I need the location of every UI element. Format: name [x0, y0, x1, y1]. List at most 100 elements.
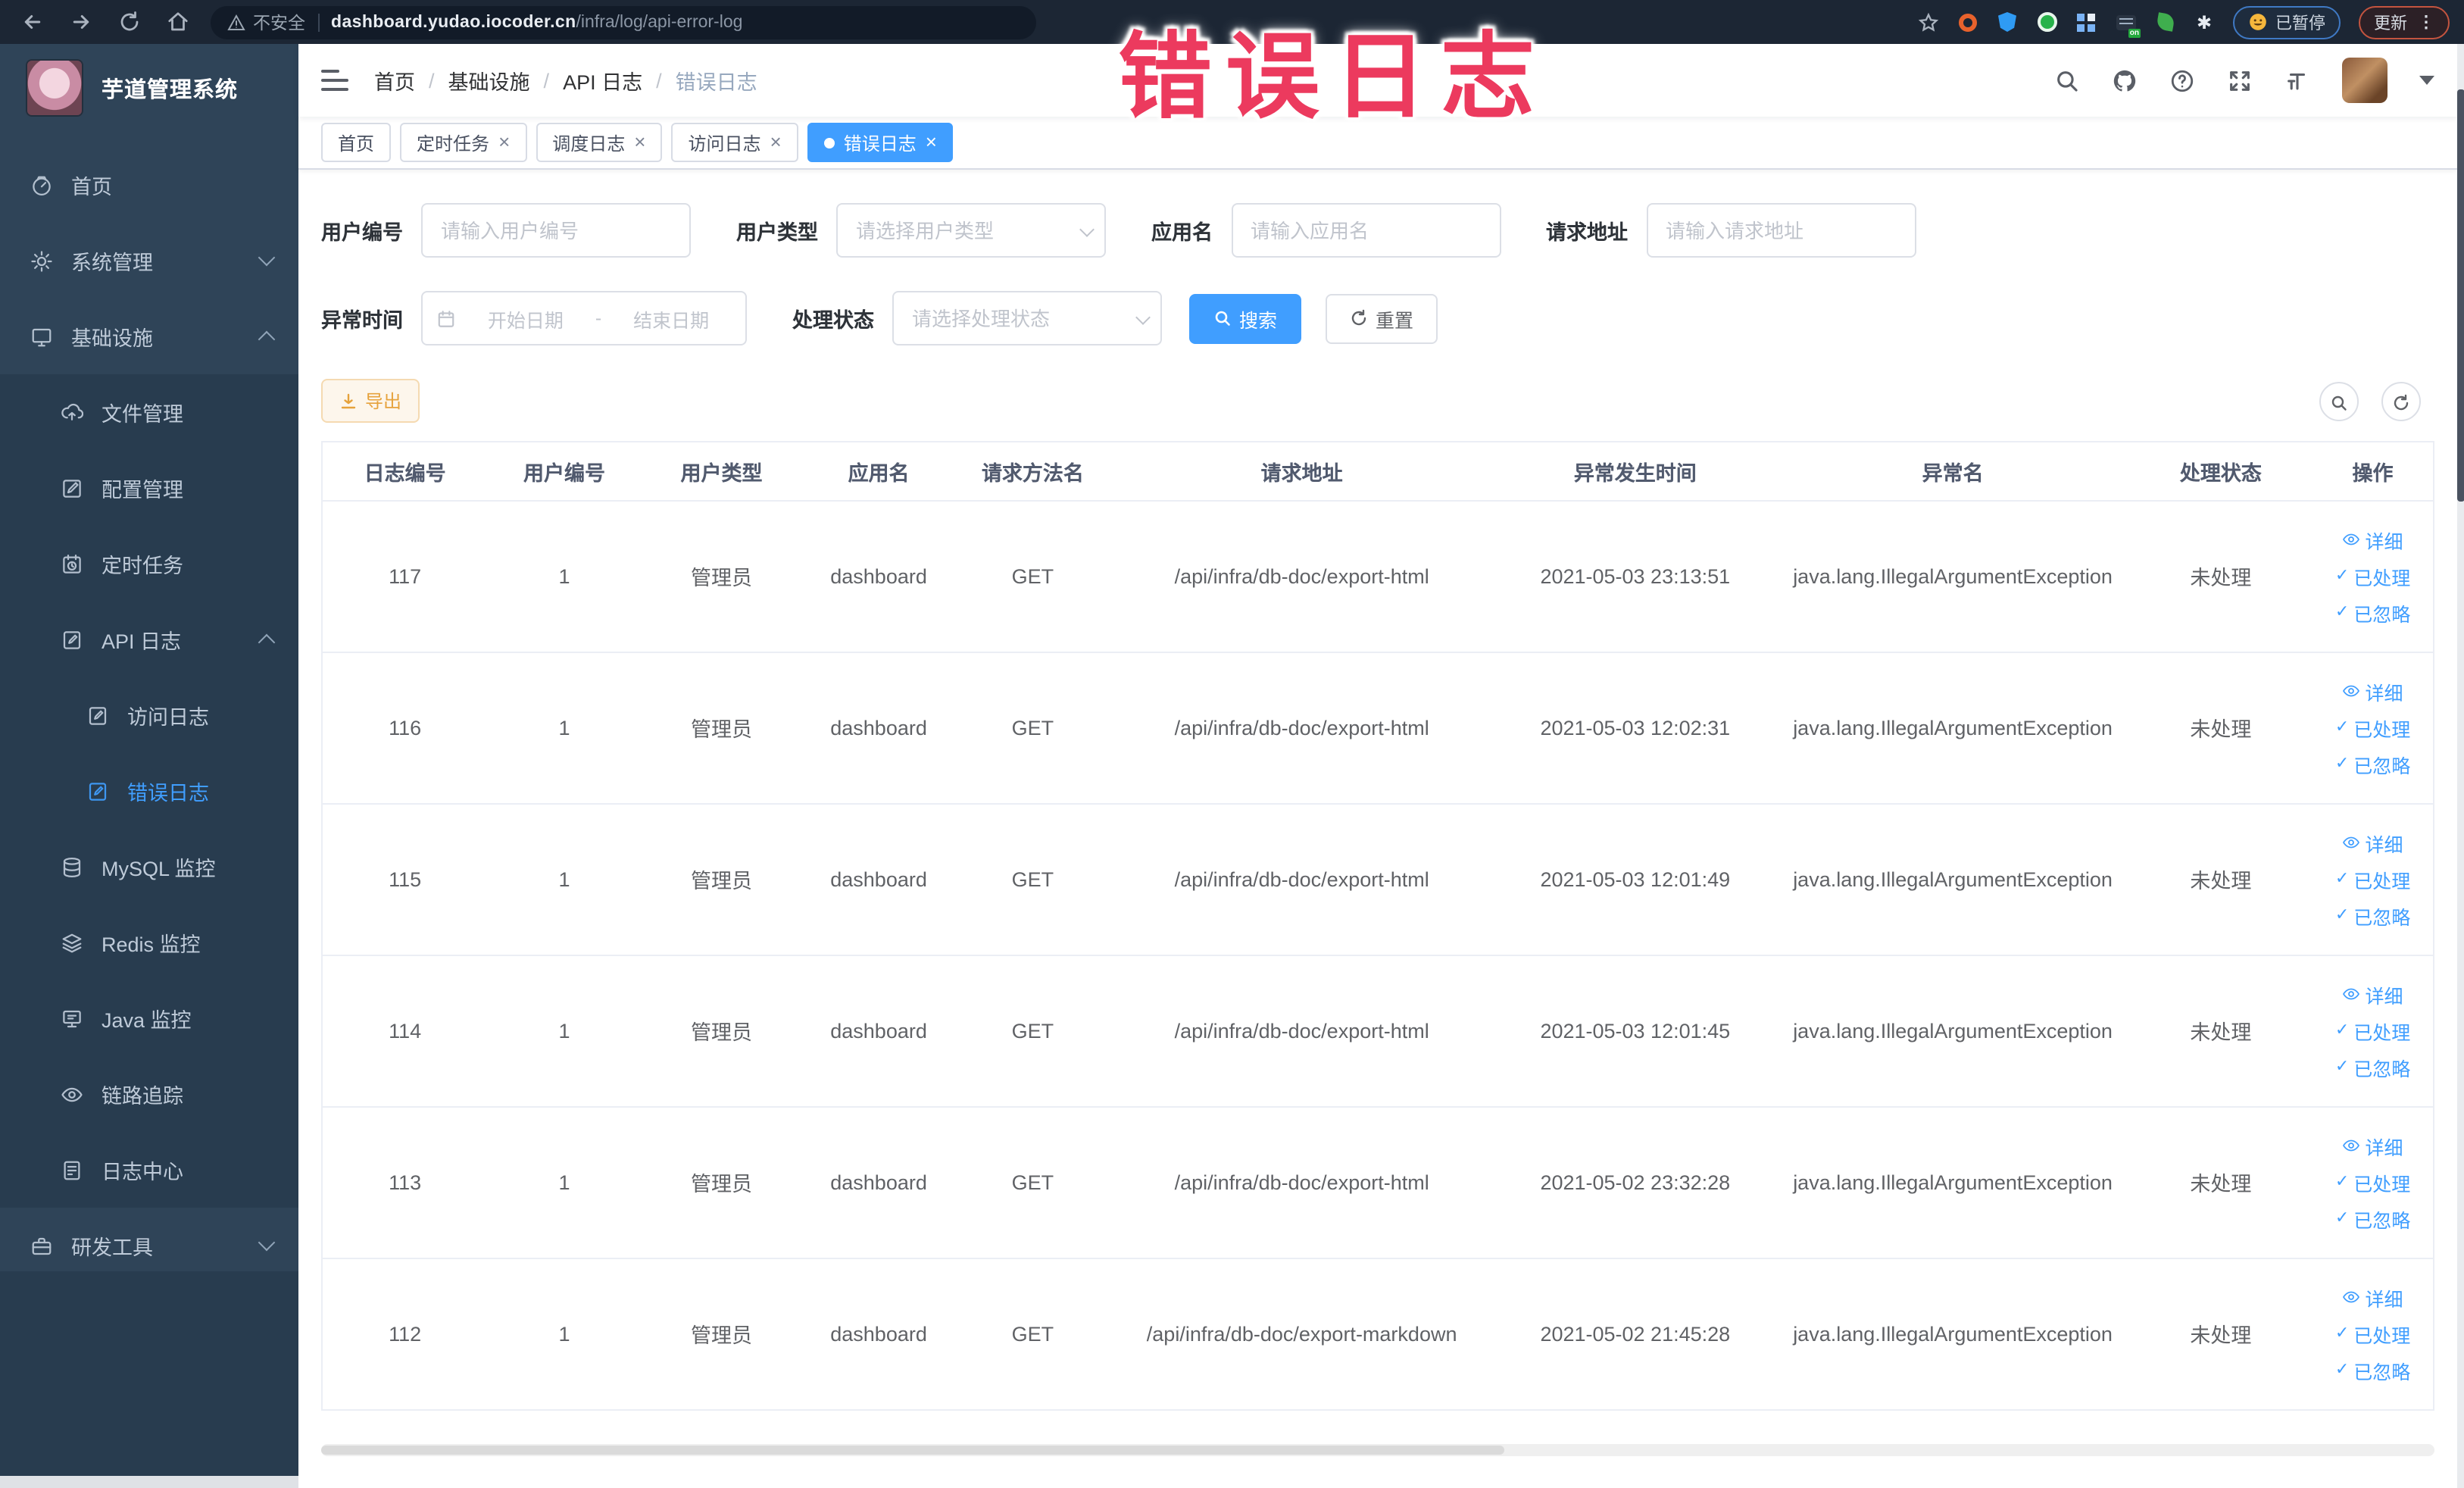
font-size-icon[interactable]	[2284, 67, 2310, 93]
action-processed-link[interactable]: ✓ 已处理	[2335, 864, 2410, 893]
home-icon[interactable]	[167, 11, 189, 33]
action-processed-link[interactable]: ✓ 已处理	[2335, 561, 2410, 590]
bookmark-star-icon[interactable]	[1918, 11, 1939, 33]
table-row[interactable]: 117 1 管理员 dashboard GET/api/infra/db-doc/exp…	[323, 500, 2433, 652]
action-detail-link[interactable]: 详细	[2343, 525, 2403, 554]
table-row[interactable]: 114 1 管理员 dashboard GET/api/infra/db-doc/exp…	[323, 955, 2433, 1107]
action-processed-link[interactable]: ✓ 已处理	[2335, 1319, 2410, 1348]
horizontal-scrollbar[interactable]	[321, 1443, 2434, 1455]
process-status-select[interactable]	[892, 291, 1162, 345]
close-tab-icon[interactable]: ×	[770, 132, 782, 152]
user-id-input[interactable]	[421, 203, 691, 258]
sidebar-item-12[interactable]: 链路追踪	[0, 1056, 298, 1132]
sidebar-item-1[interactable]: 系统管理	[0, 223, 298, 299]
start-date-placeholder[interactable]: 开始日期	[465, 304, 586, 333]
sidebar-item-4[interactable]: 配置管理	[0, 450, 298, 526]
search-button[interactable]: 搜索	[1189, 293, 1302, 343]
app-name-input[interactable]	[1231, 203, 1501, 258]
extension-green-circle-icon[interactable]	[2036, 11, 2057, 33]
request-url-input[interactable]	[1646, 203, 1916, 258]
action-processed-link[interactable]: ✓ 已处理	[2335, 713, 2410, 742]
vertical-scrollbar[interactable]	[2457, 44, 2464, 1488]
breadcrumb-item-1[interactable]: 基础设施	[448, 65, 530, 95]
reload-icon[interactable]	[118, 11, 141, 33]
address-bar[interactable]: 不安全 dashboard.yudao.iocoder.cn/infra/log…	[211, 5, 1036, 39]
avatar-caret-icon[interactable]	[2419, 76, 2434, 85]
end-date-placeholder[interactable]: 结束日期	[611, 304, 732, 333]
date-range-picker[interactable]: 开始日期 - 结束日期	[421, 291, 747, 345]
table-row[interactable]: 115 1 管理员 dashboard GET/api/infra/db-doc/exp…	[323, 803, 2433, 955]
export-button[interactable]: 导出	[321, 379, 420, 423]
forward-icon[interactable]	[70, 11, 92, 33]
extension-shield-icon[interactable]	[1997, 11, 2018, 33]
tab-4-active[interactable]: 错误日志 ×	[807, 123, 954, 162]
sidebar-item-3[interactable]: 文件管理	[0, 374, 298, 450]
sidebar-scrollbar[interactable]	[0, 1476, 298, 1488]
refresh-table-button[interactable]	[2381, 381, 2421, 420]
tab-3[interactable]: 访问日志 ×	[671, 123, 798, 162]
process-status-select-input[interactable]	[892, 291, 1162, 345]
action-detail-link[interactable]: 详细	[2343, 1131, 2403, 1160]
user-type-select-input[interactable]	[836, 203, 1106, 258]
close-tab-icon[interactable]: ×	[498, 132, 510, 152]
action-ignored-link[interactable]: ✓ 已忽略	[2335, 598, 2410, 627]
action-detail-link[interactable]: 详细	[2343, 677, 2403, 705]
fullscreen-icon[interactable]	[2227, 67, 2253, 93]
sidebar-logo[interactable]: 芋道管理系统	[0, 44, 298, 132]
user-type-select[interactable]	[836, 203, 1106, 258]
toggle-search-button[interactable]	[2319, 381, 2359, 420]
action-ignored-link[interactable]: ✓ 已忽略	[2335, 749, 2410, 778]
back-icon[interactable]	[21, 11, 44, 33]
table-row[interactable]: 116 1 管理员 dashboard GET/api/infra/db-doc/exp…	[323, 652, 2433, 804]
reset-button[interactable]: 重置	[1326, 293, 1438, 343]
github-icon[interactable]	[2112, 67, 2138, 93]
user-avatar[interactable]	[2342, 58, 2387, 103]
sidebar-item-8-active[interactable]: 错误日志	[0, 753, 298, 829]
table-row[interactable]: 113 1 管理员 dashboard GET/api/infra/db-doc/exp…	[323, 1106, 2433, 1258]
not-secure-warning-icon	[227, 13, 245, 31]
horizontal-scrollbar-thumb[interactable]	[321, 1445, 1505, 1454]
action-ignored-link[interactable]: ✓ 已忽略	[2335, 1204, 2410, 1233]
action-detail-link[interactable]: 详细	[2343, 828, 2403, 857]
tab-1[interactable]: 定时任务 ×	[400, 123, 527, 162]
action-processed-link[interactable]: ✓ 已处理	[2335, 1016, 2410, 1045]
process-status-label: 处理状态	[792, 309, 874, 332]
sidebar-item-2[interactable]: 基础设施	[0, 299, 298, 374]
vertical-scrollbar-thumb[interactable]	[2457, 89, 2464, 502]
action-detail-link[interactable]: 详细	[2343, 1283, 2403, 1311]
close-tab-icon[interactable]: ×	[926, 132, 937, 152]
cell-id: 114	[323, 955, 488, 1107]
sidebar-item-9[interactable]: MySQL 监控	[0, 829, 298, 905]
breadcrumb-item-2[interactable]: API 日志	[563, 65, 642, 95]
sidebar-item-5[interactable]: 定时任务	[0, 526, 298, 602]
action-ignored-link[interactable]: ✓ 已忽略	[2335, 1052, 2410, 1081]
action-processed-link[interactable]: ✓ 已处理	[2335, 1168, 2410, 1196]
action-ignored-link[interactable]: ✓ 已忽略	[2335, 1355, 2410, 1384]
security-label[interactable]: 不安全	[253, 10, 305, 34]
action-detail-link[interactable]: 详细	[2343, 980, 2403, 1008]
action-ignored-link[interactable]: ✓ 已忽略	[2335, 901, 2410, 930]
tab-0[interactable]: 首页	[321, 123, 392, 162]
close-tab-icon[interactable]: ×	[634, 132, 645, 152]
sidebar-item-10[interactable]: Redis 监控	[0, 905, 298, 980]
extension-target-icon[interactable]	[1957, 11, 1978, 33]
kebab-menu-icon[interactable]: ⋮	[2418, 12, 2434, 32]
update-button[interactable]: 更新 ⋮	[2359, 5, 2450, 39]
tab-2[interactable]: 调度日志 ×	[536, 123, 663, 162]
breadcrumb-item-0[interactable]: 首页	[374, 65, 415, 95]
extension-leaf-icon[interactable]	[2154, 11, 2175, 33]
extension-puzzle-icon[interactable]: ✱	[2194, 11, 2215, 33]
search-icon[interactable]	[2054, 67, 2080, 93]
extension-switch-icon[interactable]: on	[2115, 11, 2141, 37]
sidebar-item-7[interactable]: 访问日志	[0, 677, 298, 753]
help-icon[interactable]	[2169, 67, 2195, 93]
sidebar-item-11[interactable]: Java 监控	[0, 980, 298, 1056]
table-row[interactable]: 112 1 管理员 dashboard GET/api/infra/db-doc/exp…	[323, 1258, 2433, 1410]
sidebar-item-6[interactable]: API 日志	[0, 602, 298, 677]
paused-extension-badge[interactable]: 已暂停	[2233, 5, 2341, 39]
sidebar-item-0[interactable]: 首页	[0, 147, 298, 223]
sidebar-item-13[interactable]: 日志中心	[0, 1132, 298, 1208]
extension-grid-icon[interactable]	[2075, 11, 2097, 33]
breadcrumb-item-3[interactable]: 错误日志	[676, 65, 757, 95]
collapse-sidebar-icon[interactable]	[321, 70, 348, 91]
